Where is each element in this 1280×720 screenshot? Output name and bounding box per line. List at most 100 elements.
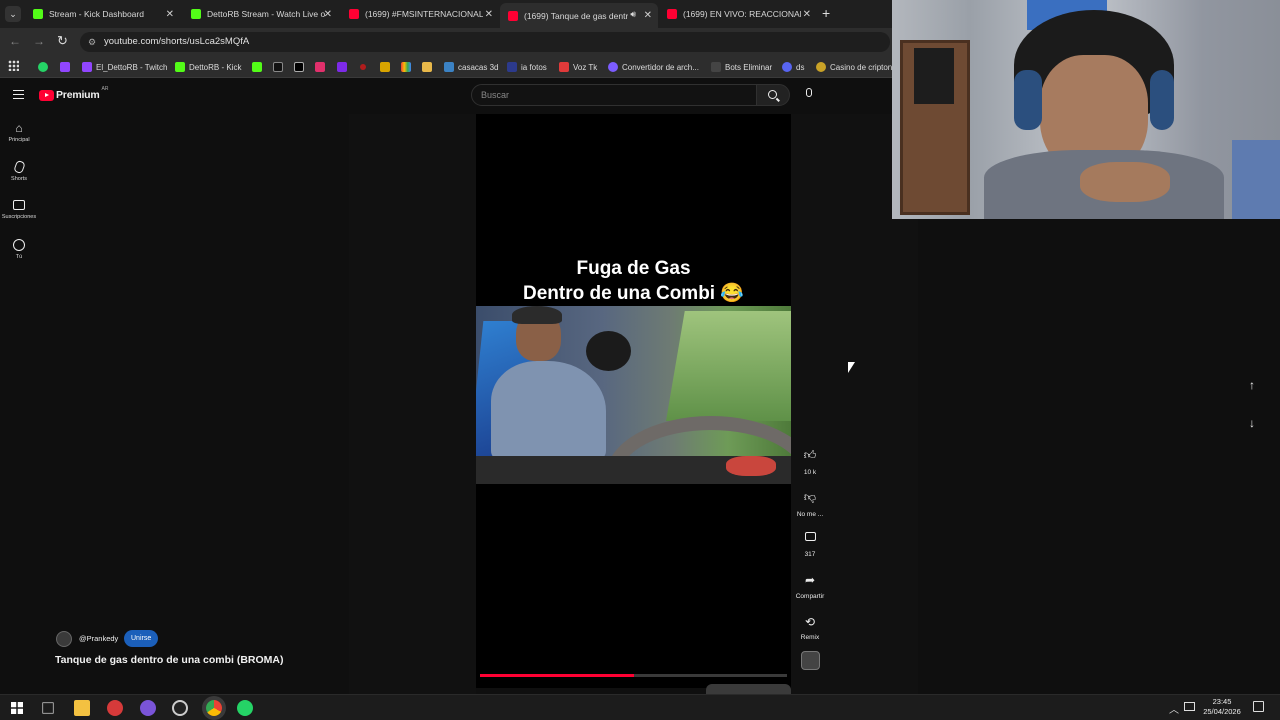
sidebar-item-shorts[interactable]: Shorts [0, 159, 38, 182]
forward-icon[interactable]: → [33, 34, 45, 48]
google-photos-icon [401, 62, 411, 72]
thumbs-up-icon: 👍︎ [803, 448, 817, 462]
search-button[interactable] [756, 84, 790, 106]
site-info-icon[interactable]: ⚙︎ [88, 32, 96, 52]
bookmark-canva[interactable] [337, 60, 351, 74]
network-icon[interactable] [1184, 702, 1195, 711]
tab-youtube-short-active[interactable]: (1699) Tanque de gas dentr 🔊︎ ✕ [500, 3, 658, 28]
app-icon [360, 64, 366, 70]
channel-name[interactable]: @Prankedy [79, 634, 118, 643]
tab-search-button[interactable]: ⌄ [5, 6, 21, 22]
tiktok-icon [273, 62, 283, 72]
site-icon [559, 62, 569, 72]
video-title[interactable]: Tanque de gas dentro de una combi (BROMA… [55, 654, 283, 666]
tab-kick-stream[interactable]: DettoRB Stream - Watch Live o ✕ [183, 4, 338, 24]
bookmark-casacas[interactable]: casacas 3d [444, 60, 498, 74]
search-input[interactable]: Buscar [471, 84, 757, 106]
bookmark-extension[interactable] [380, 60, 394, 74]
clock[interactable]: 23:45 25/04/2026 [1198, 697, 1246, 717]
bookmark-bots[interactable]: Bots Eliminar [711, 60, 772, 74]
apps-grid-icon[interactable] [8, 60, 19, 71]
tab-youtube-live[interactable]: (1699) EN VIVO: REACCIONANE ✕ [659, 4, 817, 24]
bookmark-kick[interactable]: DettoRB - Kick [175, 60, 241, 74]
dislike-button[interactable]: 👎︎ No me ... [790, 490, 830, 518]
channel-avatar[interactable] [56, 631, 72, 647]
headset [1014, 70, 1042, 130]
thumbs-down-icon: 👎︎ [803, 490, 817, 504]
bookmark-photos[interactable] [401, 60, 415, 74]
home-icon: ⌂ [15, 121, 23, 135]
bookmark-instagram[interactable] [315, 60, 329, 74]
join-button[interactable]: Unirse [124, 630, 159, 647]
task-view-icon[interactable] [42, 702, 54, 714]
close-tab-icon[interactable]: ✕ [324, 9, 332, 20]
bookmark-tiktok[interactable] [273, 60, 287, 74]
bookmark-kick-icon[interactable] [252, 60, 266, 74]
bookmark-whatsapp[interactable] [38, 60, 52, 74]
bookmark-casino[interactable]: Casino de cripton [816, 60, 892, 74]
whatsapp-icon [38, 62, 48, 72]
bookmark-folder[interactable] [422, 60, 436, 74]
sidebar-item-subscriptions[interactable]: Suscripciones [0, 200, 38, 220]
like-button[interactable]: 👍︎ 10 k [790, 448, 830, 476]
sidebar-item-home[interactable]: ⌂ Principal [0, 121, 38, 143]
app-purple-icon[interactable] [140, 700, 156, 716]
video-progress-bar[interactable] [480, 674, 787, 677]
app-red-icon[interactable] [107, 700, 123, 716]
bookmark-x[interactable] [294, 60, 308, 74]
discord-icon [782, 62, 792, 72]
windows-taskbar: ︿ 23:45 25/04/2026 [0, 694, 1280, 720]
share-button[interactable]: ➦ Compartir [790, 573, 830, 600]
notifications-icon[interactable] [1253, 701, 1264, 712]
back-icon[interactable]: ← [9, 34, 21, 48]
kick-icon [175, 62, 185, 72]
kick-icon [191, 9, 201, 19]
bookmark-ia-fotos[interactable]: ia fotos [507, 60, 547, 74]
close-tab-icon[interactable]: ✕ [644, 10, 652, 21]
close-tab-icon[interactable]: ✕ [485, 9, 493, 20]
previous-short-button[interactable]: ↑ [1244, 378, 1260, 394]
reload-icon[interactable]: ↻ [57, 33, 68, 49]
x-icon [294, 62, 304, 72]
next-short-button[interactable]: ↓ [1244, 416, 1260, 432]
show-hidden-icons[interactable]: ︿ [1169, 701, 1179, 716]
tab-kick-dashboard[interactable]: Stream - Kick Dashboard ✕ [25, 4, 180, 24]
twitch-icon [60, 62, 70, 72]
monitor [914, 48, 954, 104]
you-icon [13, 239, 25, 251]
youtube-play-icon [39, 89, 54, 101]
new-tab-button[interactable]: + [822, 5, 830, 21]
obs-icon[interactable] [172, 700, 188, 716]
instagram-icon [315, 62, 325, 72]
remix-button[interactable]: ⟲ Remix [790, 615, 830, 641]
site-icon [711, 62, 721, 72]
comments-button[interactable]: 317 [790, 532, 830, 558]
shorts-icon [12, 159, 26, 175]
tab-youtube-fms[interactable]: (1699) #FMSINTERNACIONAL 2 ✕ [341, 4, 499, 24]
youtube-logo[interactable]: Premium AR [39, 86, 109, 101]
menu-icon[interactable] [13, 90, 24, 99]
mouse-cursor-icon [848, 362, 855, 373]
bookmark-twitch-icon-only[interactable] [60, 60, 74, 74]
file-explorer-icon[interactable] [74, 700, 90, 716]
whatsapp-icon[interactable] [237, 700, 253, 716]
youtube-header: Premium AR Buscar [0, 78, 892, 114]
video-frame-van-interior [476, 306, 791, 484]
windows-start-icon[interactable] [11, 702, 23, 714]
close-tab-icon[interactable]: ✕ [803, 9, 811, 20]
bookmark-voz-tk[interactable]: Voz Tk [559, 60, 597, 74]
bookmark-convertidor[interactable]: Convertidor de arch... [608, 60, 699, 74]
sound-thumbnail[interactable] [801, 651, 820, 670]
sidebar-item-you[interactable]: Tú [0, 239, 38, 260]
audio-playing-icon[interactable]: 🔊︎ [630, 9, 636, 20]
bookmark-red[interactable] [360, 60, 370, 74]
bookmark-twitch[interactable]: El_DettoRB - Twitch [82, 60, 167, 74]
close-tab-icon[interactable]: ✕ [166, 9, 174, 20]
bed-blanket [1232, 140, 1280, 219]
bookmark-ds[interactable]: ds [782, 60, 804, 74]
kick-icon [33, 9, 43, 19]
address-bar[interactable]: ⚙︎ youtube.com/shorts/usLca2sMQfA [80, 32, 890, 52]
chrome-icon[interactable] [206, 700, 222, 716]
video-ambient-left [349, 114, 476, 694]
microphone-icon[interactable] [806, 88, 812, 97]
